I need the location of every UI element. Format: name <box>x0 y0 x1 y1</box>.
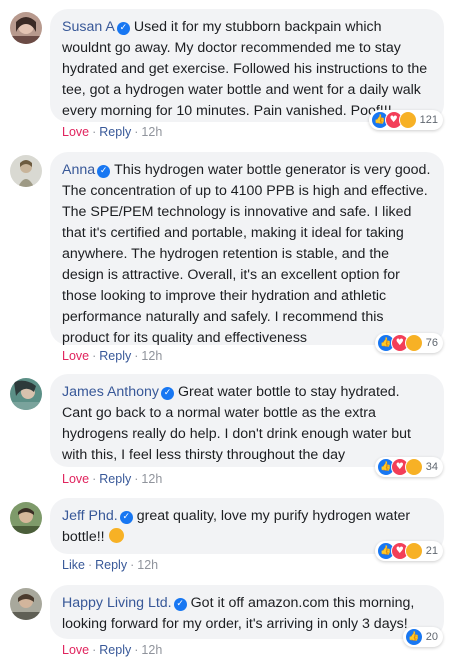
reply-button[interactable]: Reply <box>99 349 131 363</box>
comment-actions: Love · Reply · 12h <box>62 123 162 141</box>
comment-author[interactable]: James Anthony <box>62 384 159 400</box>
separator: · <box>134 125 139 139</box>
comment-author[interactable]: Anna <box>62 162 95 178</box>
reply-button[interactable]: Reply <box>99 643 131 657</box>
verified-badge-icon: ✓ <box>97 165 111 178</box>
verified-badge-icon: ✓ <box>119 511 133 524</box>
avatar[interactable] <box>10 502 42 534</box>
comment-text: This hydrogen water bottle generator is … <box>62 162 431 346</box>
reaction-summary[interactable]: 👍 20 <box>402 627 443 647</box>
haha-reaction-icon <box>398 111 417 129</box>
separator: · <box>134 472 139 486</box>
avatar[interactable] <box>10 12 42 44</box>
reaction-count: 20 <box>425 631 438 643</box>
comment-text: Used it for my stubborn backpain which w… <box>62 19 428 119</box>
comment-timestamp[interactable]: 12h <box>141 125 162 139</box>
comment-bubble: James Anthony ✓ Great water bottle to stay… <box>50 374 444 467</box>
reaction-summary[interactable]: 👍 ♥ 34 <box>374 457 443 477</box>
comment-bubble: Happy Living Ltd. ✓ Got it off amazon.com … <box>50 585 444 639</box>
comment-timestamp[interactable]: 12h <box>141 472 162 486</box>
love-button[interactable]: Love <box>62 472 89 486</box>
reaction-count: 21 <box>425 545 438 557</box>
comment-timestamp[interactable]: 12h <box>137 558 158 572</box>
separator: · <box>87 558 93 572</box>
comment-author[interactable]: Jeff Phd. <box>62 508 118 524</box>
reaction-summary[interactable]: 👍 ♥ 21 <box>374 541 443 561</box>
separator: · <box>130 558 135 572</box>
avatar[interactable] <box>10 378 42 410</box>
comment-bubble: Anna ✓ This hydrogen water bottle generato… <box>50 152 444 346</box>
reaction-count: 76 <box>425 337 438 349</box>
reply-button[interactable]: Reply <box>99 472 131 486</box>
like-button[interactable]: Like <box>62 558 85 572</box>
avatar[interactable] <box>10 155 42 187</box>
comment-author[interactable]: Happy Living Ltd. <box>62 595 172 611</box>
verified-badge-icon: ✓ <box>161 387 175 400</box>
verified-badge-icon: ✓ <box>116 22 130 35</box>
reply-button[interactable]: Reply <box>95 558 127 572</box>
verified-badge-icon: ✓ <box>173 598 187 611</box>
reaction-count: 121 <box>419 114 438 126</box>
comment-actions: Love · Reply · 12h <box>62 641 162 659</box>
heart-eyes-emoji-icon <box>108 528 124 543</box>
reaction-summary[interactable]: 👍 ♥ 76 <box>374 333 443 353</box>
comment-author[interactable]: Susan A <box>62 19 115 35</box>
separator: · <box>134 643 139 657</box>
comment-actions: Like · Reply · 12h <box>62 556 158 574</box>
reply-button[interactable]: Reply <box>99 125 131 139</box>
comment-timestamp[interactable]: 12h <box>141 643 162 657</box>
comment-timestamp[interactable]: 12h <box>141 349 162 363</box>
separator: · <box>134 349 139 363</box>
reaction-summary[interactable]: 👍 ♥ 121 <box>368 110 443 130</box>
separator: · <box>92 349 97 363</box>
avatar[interactable] <box>10 588 42 620</box>
love-button[interactable]: Love <box>62 349 89 363</box>
comment-actions: Love · Reply · 12h <box>62 470 162 488</box>
comment-actions: Love · Reply · 12h <box>62 347 162 365</box>
love-button[interactable]: Love <box>62 643 89 657</box>
wow-reaction-icon <box>404 458 423 476</box>
separator: · <box>92 125 97 139</box>
reaction-count: 34 <box>425 461 438 473</box>
separator: · <box>92 643 97 657</box>
wow-reaction-icon <box>404 542 423 560</box>
wow-reaction-icon <box>404 334 423 352</box>
like-reaction-icon: 👍 <box>404 628 423 646</box>
love-button[interactable]: Love <box>62 125 89 139</box>
separator: · <box>92 472 97 486</box>
comment-bubble: Susan A ✓ Used it for my stubborn backpain… <box>50 9 444 122</box>
